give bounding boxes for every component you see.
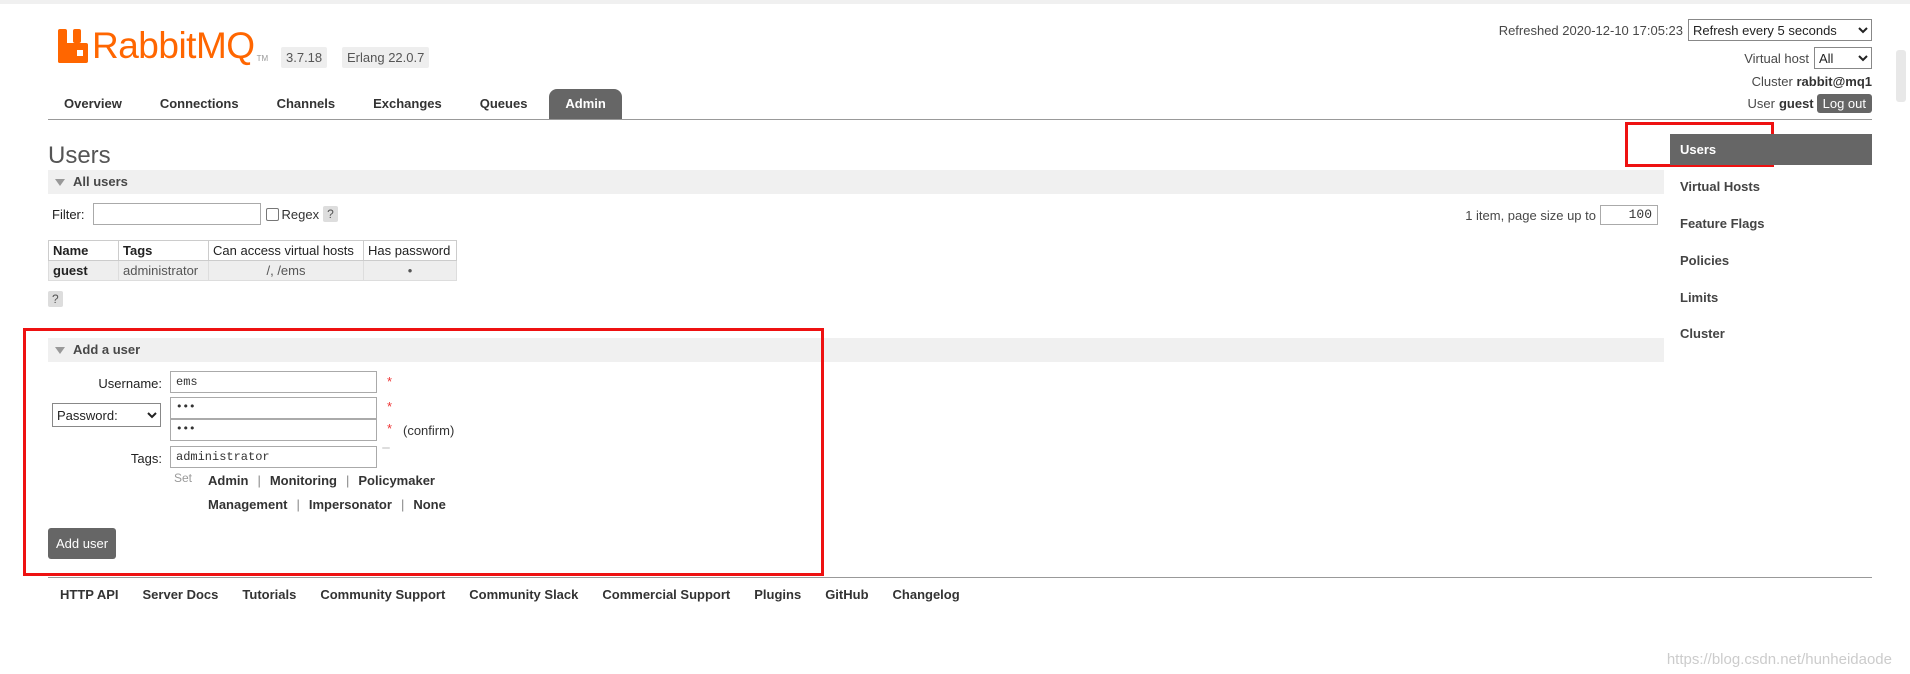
regex-label: Regex	[281, 206, 320, 222]
user-label: User	[1747, 96, 1775, 111]
col-has-password: Has password	[363, 240, 457, 261]
footer-link-changelog[interactable]: Changelog	[893, 587, 960, 602]
tab-overview[interactable]: Overview	[48, 89, 138, 119]
top-border	[0, 0, 1910, 4]
tab-exchanges[interactable]: Exchanges	[357, 89, 458, 119]
collapse-triangle-icon	[55, 179, 65, 186]
col-name[interactable]: Name	[48, 240, 119, 261]
all-users-heading: All users	[73, 174, 128, 189]
cluster-label: Cluster	[1751, 74, 1793, 89]
logo-text: RabbitMQ	[92, 24, 255, 66]
vhost-label: Virtual host	[1744, 50, 1809, 66]
logout-button[interactable]: Log out	[1816, 94, 1872, 113]
sidebar-item-virtual-hosts[interactable]: Virtual Hosts	[1670, 171, 1872, 202]
users-table: Name Tags Can access virtual hosts Has p…	[48, 240, 457, 281]
cluster-row: Cluster rabbit@mq1	[1752, 74, 1872, 89]
footer-links: HTTP API Server Docs Tutorials Community…	[60, 587, 984, 602]
table-header-row: Name Tags Can access virtual hosts Has p…	[48, 240, 457, 261]
sidebar-item-feature-flags[interactable]: Feature Flags	[1670, 208, 1872, 239]
table-help-button[interactable]: ?	[48, 291, 63, 307]
sidebar-item-policies[interactable]: Policies	[1670, 245, 1872, 276]
vhost-row: Virtual host All	[1744, 47, 1872, 69]
filter-label: Filter:	[52, 206, 85, 222]
col-vhosts: Can access virtual hosts	[208, 240, 364, 261]
tab-queues[interactable]: Queues	[464, 89, 544, 119]
footer-link-commercial-support[interactable]: Commercial Support	[602, 587, 730, 602]
footer-link-community-support[interactable]: Community Support	[320, 587, 445, 602]
col-tags[interactable]: Tags	[118, 240, 209, 261]
refreshed-label: Refreshed 2020-12-10 17:05:23	[1498, 22, 1683, 38]
add-user-highlight-box	[23, 328, 824, 576]
user-name: guest	[1778, 96, 1814, 111]
paging-text: 1 item, page size up to	[1465, 207, 1596, 223]
paging-row: 1 item, page size up to 100	[1465, 205, 1658, 225]
sidebar-item-users[interactable]: Users	[1670, 134, 1872, 165]
user-name-cell[interactable]: guest	[48, 260, 119, 281]
footer-link-community-slack[interactable]: Community Slack	[469, 587, 578, 602]
erlang-badge: Erlang 22.0.7	[342, 47, 430, 68]
filter-input[interactable]	[92, 203, 261, 225]
regex-help-button[interactable]: ?	[323, 206, 338, 222]
logo-trademark: TM	[256, 54, 269, 63]
footer-divider	[48, 577, 1872, 578]
footer-link-github[interactable]: GitHub	[825, 587, 868, 602]
vhost-select[interactable]: All	[1814, 47, 1872, 69]
nav-divider	[48, 119, 1872, 120]
main-nav: Overview Connections Channels Exchanges …	[48, 89, 628, 119]
regex-checkbox[interactable]	[265, 207, 279, 221]
cluster-name: rabbit@mq1	[1796, 74, 1872, 89]
filter-row: Filter: Regex ?	[52, 203, 338, 225]
watermark: https://blog.csdn.net/hunheidaode	[1666, 651, 1892, 668]
rabbitmq-logo-icon	[58, 28, 88, 63]
user-has-password-cell: •	[363, 260, 457, 281]
refresh-interval-select[interactable]: Refresh every 5 seconds	[1688, 19, 1872, 41]
scrollbar[interactable]	[1896, 50, 1906, 102]
user-vhosts-cell: /, /ems	[208, 260, 364, 281]
tab-connections[interactable]: Connections	[144, 89, 255, 119]
page-title: Users	[48, 142, 111, 169]
footer-link-server-docs[interactable]: Server Docs	[143, 587, 219, 602]
sidebar-item-limits[interactable]: Limits	[1670, 282, 1872, 313]
table-row[interactable]: guest administrator /, /ems •	[48, 260, 457, 281]
user-row: User guest Log out	[1747, 94, 1872, 113]
tab-admin[interactable]: Admin	[549, 89, 622, 119]
tab-channels[interactable]: Channels	[261, 89, 352, 119]
footer-link-tutorials[interactable]: Tutorials	[242, 587, 296, 602]
version-badge: 3.7.18	[281, 47, 328, 68]
page-size-input[interactable]: 100	[1600, 205, 1658, 225]
sidebar-item-cluster[interactable]: Cluster	[1670, 318, 1872, 349]
rabbitmq-logo[interactable]: RabbitMQ TM	[58, 24, 269, 66]
all-users-section-header[interactable]: All users	[48, 170, 1664, 194]
footer-link-plugins[interactable]: Plugins	[754, 587, 801, 602]
footer-link-http-api[interactable]: HTTP API	[60, 587, 119, 602]
user-tags-cell: administrator	[118, 260, 209, 281]
refresh-row: Refreshed 2020-12-10 17:05:23 Refresh ev…	[1499, 19, 1872, 41]
